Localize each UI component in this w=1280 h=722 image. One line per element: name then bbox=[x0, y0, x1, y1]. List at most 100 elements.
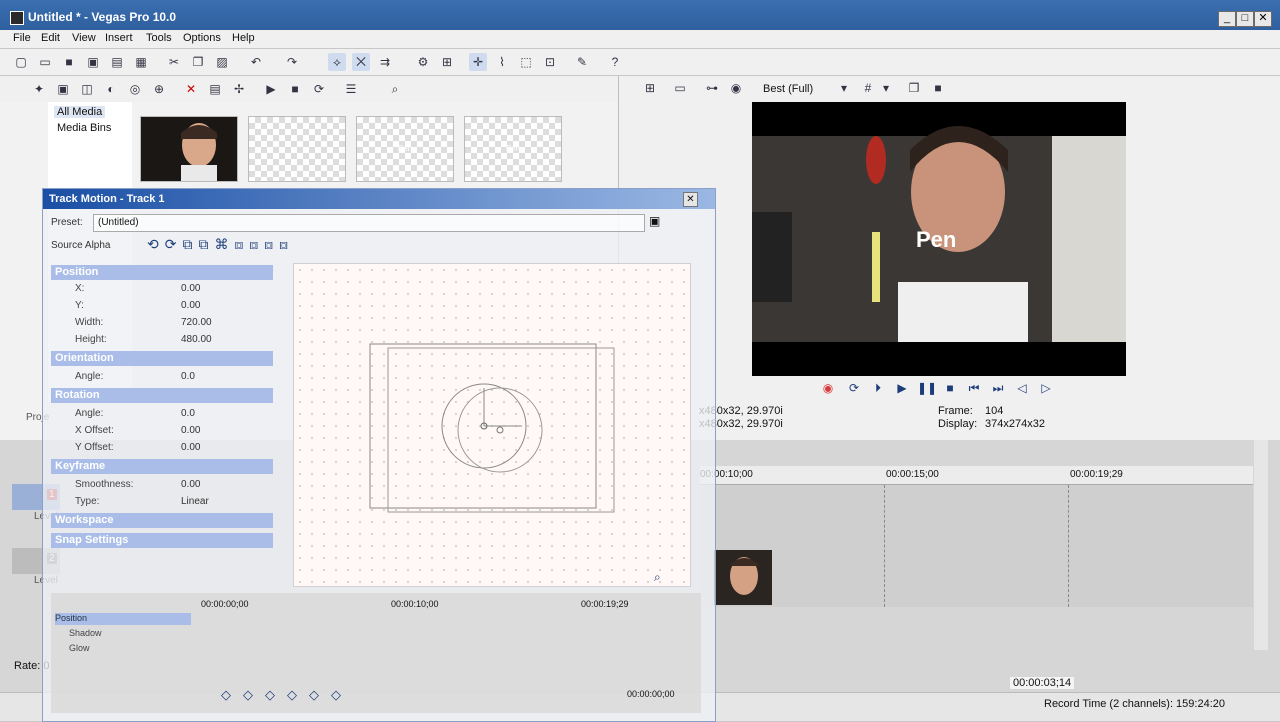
category-workspace[interactable]: Workspace bbox=[51, 513, 273, 528]
go-to-end-icon[interactable]: ⏭ bbox=[989, 379, 1007, 397]
external-monitor-icon[interactable]: ▭ bbox=[671, 79, 689, 97]
media-tags-icon[interactable]: ✢ bbox=[230, 80, 248, 98]
menu-options[interactable]: Options bbox=[183, 32, 221, 44]
video-fx-icon[interactable]: ⊶ bbox=[703, 79, 721, 97]
save-snapshot-icon[interactable]: ■ bbox=[929, 79, 947, 97]
auto-preview-icon[interactable]: ⟳ bbox=[310, 80, 328, 98]
category-position[interactable]: Position bbox=[51, 265, 273, 280]
save-preset-icon[interactable]: ▣ bbox=[649, 214, 660, 228]
prop-smoothness-value[interactable]: 0.00 bbox=[181, 479, 200, 490]
menu-help[interactable]: Help bbox=[232, 32, 255, 44]
prop-height-value[interactable]: 480.00 bbox=[181, 334, 212, 345]
record-icon[interactable]: ◉ bbox=[819, 379, 837, 397]
maximize-button[interactable]: □ bbox=[1236, 11, 1254, 27]
play-icon[interactable]: ▶ bbox=[893, 379, 911, 397]
normal-edit-tool-icon[interactable]: ✛ bbox=[469, 53, 487, 71]
open-icon[interactable]: ▭ bbox=[36, 53, 54, 71]
keyframe-nav-icons[interactable]: ◇◇◇◇◇◇ bbox=[221, 687, 353, 703]
prop-x-offset-value[interactable]: 0.00 bbox=[181, 425, 200, 436]
category-keyframe[interactable]: Keyframe bbox=[51, 459, 273, 474]
search-icon[interactable]: ⌕ bbox=[386, 80, 404, 98]
menu-insert[interactable]: Insert bbox=[105, 32, 133, 44]
go-to-start-icon[interactable]: ⏮ bbox=[965, 379, 983, 397]
auto-crossfade-icon[interactable]: ⨉ bbox=[352, 53, 370, 71]
overlays-icon[interactable]: # bbox=[859, 79, 877, 97]
timeline-vertical-scrollbar[interactable] bbox=[1254, 440, 1268, 650]
category-rotation[interactable]: Rotation bbox=[51, 388, 273, 403]
cut-icon[interactable]: ✂ bbox=[165, 53, 183, 71]
split-screen-icon[interactable]: ◉ bbox=[727, 79, 745, 97]
properties-icon-2[interactable]: ⊕ bbox=[150, 80, 168, 98]
preview-quality-select[interactable]: Best (Full) bbox=[763, 83, 813, 95]
minimize-button[interactable]: _ bbox=[1218, 11, 1236, 27]
envelope-tool-icon[interactable]: ⌇ bbox=[493, 53, 511, 71]
stop-icon[interactable]: ■ bbox=[941, 379, 959, 397]
media-thumbnail-text-1[interactable] bbox=[248, 116, 346, 182]
capture-icon[interactable]: ▣ bbox=[54, 80, 72, 98]
prop-type-value[interactable]: Linear bbox=[181, 496, 209, 507]
new-icon[interactable]: ▢ bbox=[12, 53, 30, 71]
views-icon[interactable]: ☰ bbox=[342, 80, 360, 98]
media-thumbnail-video[interactable] bbox=[140, 116, 238, 182]
loop-icon[interactable]: ⟳ bbox=[845, 379, 863, 397]
menu-edit[interactable]: Edit bbox=[41, 32, 60, 44]
dialog-keyframe-timeline[interactable]: 00:00:00;00 00:00:10;00 00:00:19;29 Posi… bbox=[51, 593, 701, 713]
media-properties-icon[interactable]: ▤ bbox=[206, 80, 224, 98]
zoom-icon[interactable]: ⌕ bbox=[654, 570, 661, 585]
get-media-icon[interactable]: ◐ bbox=[102, 80, 120, 98]
prop-rot-angle-value[interactable]: 0.0 bbox=[181, 408, 195, 419]
prop-width-value[interactable]: 720.00 bbox=[181, 317, 212, 328]
dlg-row-glow[interactable]: Glow bbox=[69, 643, 90, 653]
media-fx-icon[interactable]: ◎ bbox=[126, 80, 144, 98]
preview-properties-icon[interactable]: ⊞ bbox=[641, 79, 659, 97]
ripple-icon[interactable]: ⇉ bbox=[376, 53, 394, 71]
video-event-clip[interactable] bbox=[714, 550, 772, 605]
category-snap-settings[interactable]: Snap Settings bbox=[51, 533, 273, 548]
selection-tool-icon[interactable]: ⬚ bbox=[517, 53, 535, 71]
zoom-tool-icon[interactable]: ⊡ bbox=[541, 53, 559, 71]
chevron-down-icon[interactable]: ▾ bbox=[835, 79, 853, 97]
ignore-grouping-icon[interactable]: ⊞ bbox=[438, 53, 456, 71]
previous-frame-icon[interactable]: ◁ bbox=[1013, 379, 1031, 397]
pause-icon[interactable]: ❚❚ bbox=[917, 379, 937, 397]
menu-view[interactable]: View bbox=[72, 32, 96, 44]
snapping-icon[interactable]: ⟡ bbox=[328, 53, 346, 71]
next-frame-icon[interactable]: ▷ bbox=[1037, 379, 1055, 397]
menu-file[interactable]: File bbox=[13, 32, 31, 44]
redo-icon[interactable]: ↷ bbox=[283, 53, 301, 71]
track-motion-canvas[interactable]: ⌕ bbox=[293, 263, 691, 587]
online-icon[interactable]: ✎ bbox=[573, 53, 591, 71]
timeline-ruler[interactable]: 00:00:10;00 00:00:15;00 00:00:19;29 bbox=[700, 466, 1253, 485]
play-from-start-icon[interactable]: ⏵ bbox=[869, 379, 887, 397]
play-media-icon[interactable]: ▶ bbox=[262, 80, 280, 98]
dialog-title-bar[interactable]: Track Motion - Track 1 ✕ bbox=[43, 189, 715, 209]
category-orientation[interactable]: Orientation bbox=[51, 351, 273, 366]
properties-icon[interactable]: ▦ bbox=[132, 53, 150, 71]
render-icon[interactable]: ▤ bbox=[108, 53, 126, 71]
media-thumbnail-text-3[interactable]: Pen bbox=[464, 116, 562, 182]
whats-this-icon[interactable]: ? bbox=[606, 53, 624, 71]
prop-x-value[interactable]: 0.00 bbox=[181, 283, 200, 294]
track-motion-dialog[interactable]: Track Motion - Track 1 ✕ Preset: (Untitl… bbox=[42, 188, 716, 722]
close-button[interactable]: ✕ bbox=[1254, 11, 1272, 27]
prop-y-value[interactable]: 0.00 bbox=[181, 300, 200, 311]
remove-media-icon[interactable]: ✕ bbox=[182, 80, 200, 98]
dlg-row-position[interactable]: Position bbox=[55, 613, 191, 625]
media-thumbnail-text-2[interactable]: Pen bbox=[356, 116, 454, 182]
get-photos-icon[interactable]: ◫ bbox=[78, 80, 96, 98]
copy-snapshot-icon[interactable]: ❐ bbox=[905, 79, 923, 97]
dialog-close-button[interactable]: ✕ bbox=[683, 192, 698, 207]
prop-angle-value[interactable]: 0.0 bbox=[181, 371, 195, 382]
preset-dropdown[interactable]: (Untitled) bbox=[93, 214, 645, 232]
prop-y-offset-value[interactable]: 0.00 bbox=[181, 442, 200, 453]
chevron-down-icon-2[interactable]: ▾ bbox=[877, 79, 895, 97]
save-as-icon[interactable]: ▣ bbox=[84, 53, 102, 71]
save-icon[interactable]: ■ bbox=[60, 53, 78, 71]
tree-item-all-media[interactable]: All Media bbox=[54, 106, 106, 118]
dialog-tool-icons[interactable]: ⟲⟳⧉⧉⌘⧈⧈⧈⧈ bbox=[147, 236, 294, 253]
lock-envelopes-icon[interactable]: ⚙ bbox=[414, 53, 432, 71]
tree-item-media-bins[interactable]: Media Bins bbox=[54, 122, 114, 134]
track-area[interactable] bbox=[700, 485, 1253, 607]
stop-media-icon[interactable]: ■ bbox=[286, 80, 304, 98]
menu-tools[interactable]: Tools bbox=[146, 32, 172, 44]
